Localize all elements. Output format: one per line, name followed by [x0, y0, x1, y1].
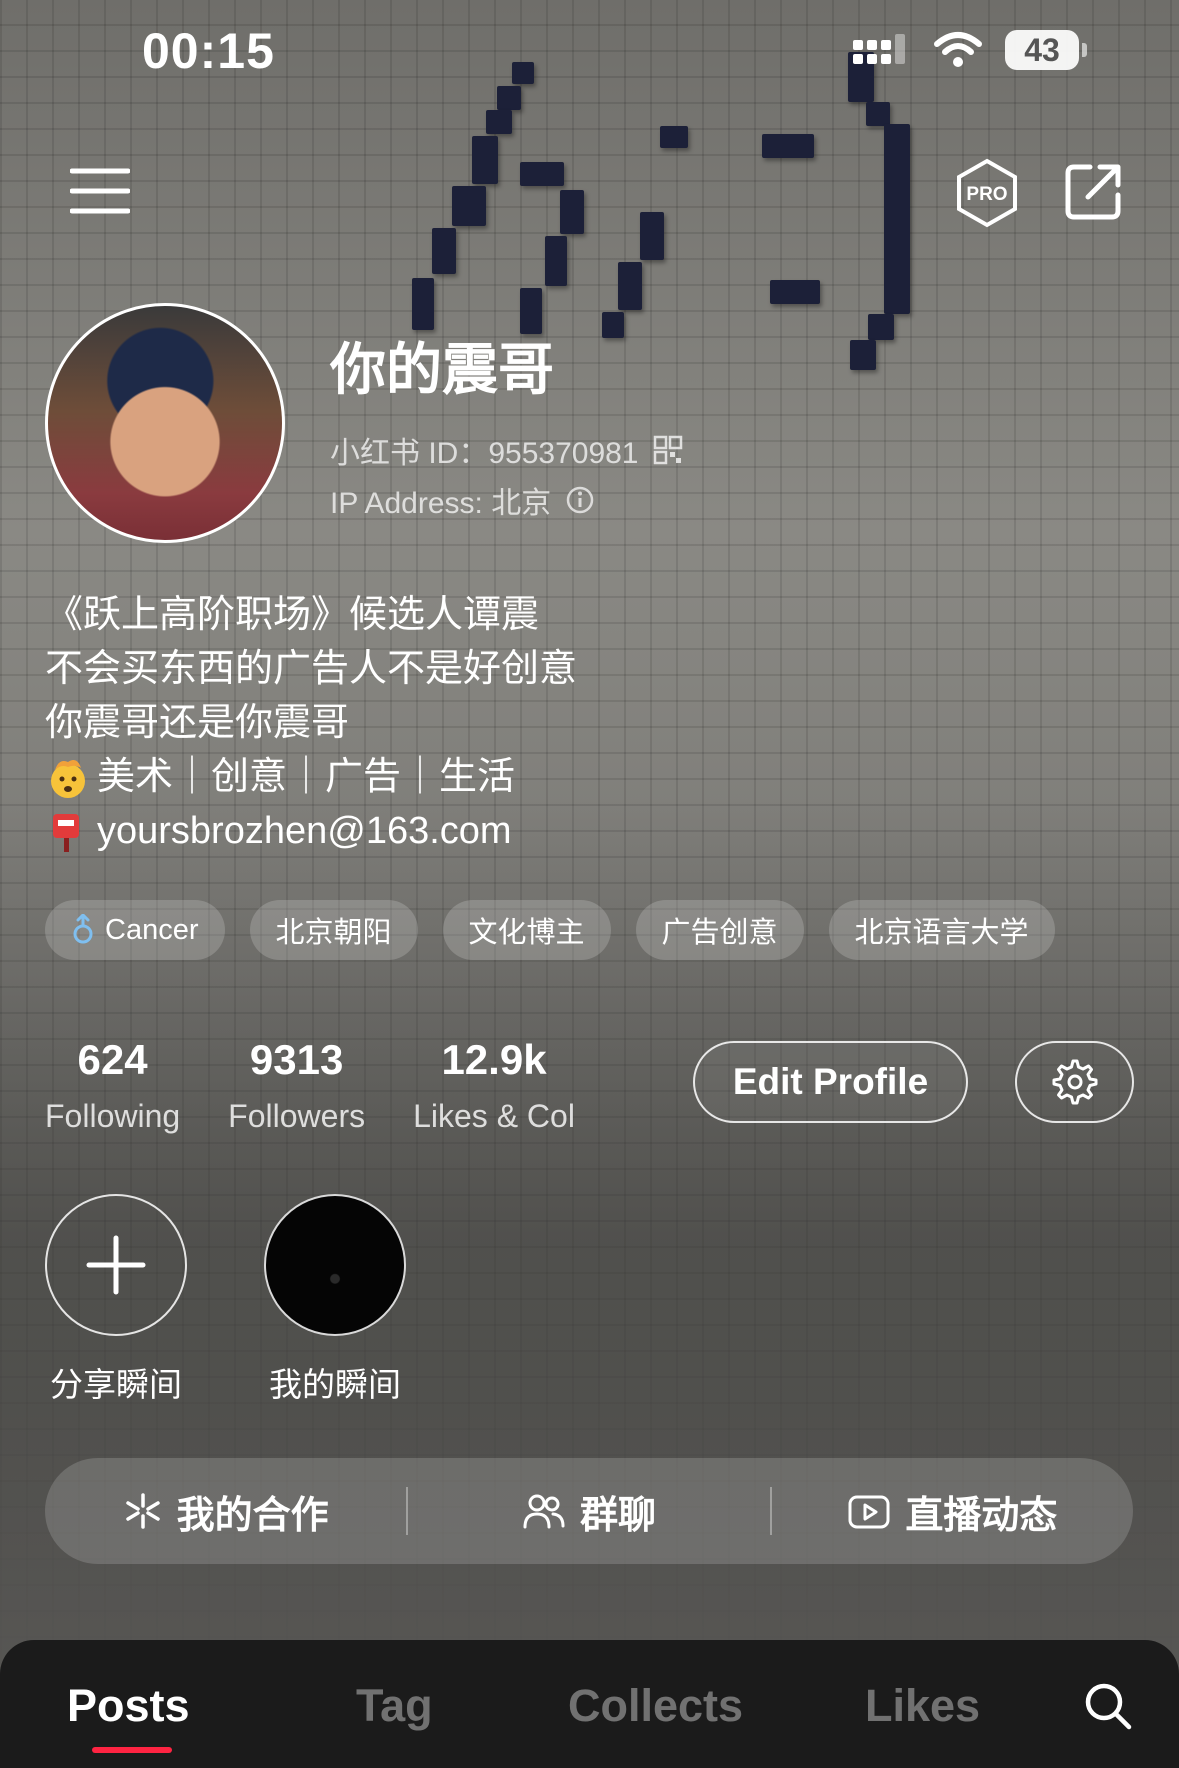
- quick-actions-bar: 我的合作 群聊 直播动态: [45, 1458, 1133, 1564]
- tag-label: 北京语言大学: [854, 917, 1029, 949]
- tab-likes[interactable]: Likes: [865, 1680, 980, 1732]
- edit-profile-button[interactable]: Edit Profile: [693, 1041, 968, 1123]
- share-moment[interactable]: 分享瞬间: [45, 1194, 187, 1406]
- user-id-text: 小红书 ID：955370981: [330, 437, 639, 470]
- live-activity-button[interactable]: 直播动态: [772, 1484, 1133, 1539]
- exploding-head-emoji-icon: [51, 760, 85, 798]
- status-time: 00:15: [142, 23, 275, 79]
- sparkle-icon: [125, 1493, 160, 1529]
- moment-caption: 我的瞬间: [269, 1366, 401, 1403]
- bio-line-text: 美术｜创意｜广告｜生活: [97, 756, 516, 798]
- bio-line: 美术｜创意｜广告｜生活: [45, 750, 577, 804]
- tag-category[interactable]: 文化博主: [442, 900, 611, 960]
- avatar[interactable]: [45, 303, 285, 543]
- share-icon[interactable]: [1063, 160, 1125, 222]
- collaboration-button[interactable]: 我的合作: [45, 1484, 406, 1539]
- mailbox-icon: [53, 814, 79, 852]
- stats: 624 Following 9313 Followers 12.9k Likes…: [45, 1036, 623, 1135]
- add-moment-button[interactable]: [45, 1194, 187, 1336]
- wifi-icon: [934, 32, 982, 67]
- tab-tag[interactable]: Tag: [356, 1680, 433, 1732]
- battery-icon: 43: [1005, 30, 1087, 70]
- plus-icon: [86, 1235, 146, 1295]
- tag-label: 文化博主: [468, 917, 585, 949]
- tag-school[interactable]: 北京语言大学: [828, 900, 1055, 960]
- nickname: 你的震哥: [330, 338, 554, 401]
- menu-icon[interactable]: [68, 165, 132, 217]
- ip-address: IP Address: 北京: [330, 478, 595, 522]
- cellular-signal-icon: [853, 34, 905, 64]
- tag-zodiac[interactable]: Cancer: [45, 900, 225, 960]
- bio: 《跃上高阶职场》候选人谭震 不会买东西的广告人不是好创意 你震哥还是你震哥 美术…: [45, 588, 577, 858]
- tag-list: Cancer 北京朝阳 文化博主 广告创意 北京语言大学: [45, 900, 1055, 960]
- user-id: 小红书 ID：955370981: [330, 428, 683, 472]
- stat-label: Followers: [228, 1098, 366, 1134]
- search-icon[interactable]: [1082, 1680, 1134, 1732]
- stat-value: 9313: [249, 1036, 344, 1083]
- stat-value: 12.9k: [441, 1036, 547, 1083]
- moment-thumbnail[interactable]: [264, 1194, 406, 1336]
- action-label: 直播动态: [905, 1494, 1058, 1537]
- pro-badge-icon[interactable]: PRO: [955, 158, 1019, 228]
- tab-posts[interactable]: Posts: [67, 1680, 190, 1732]
- live-video-icon: [848, 1495, 890, 1529]
- gear-icon: [1052, 1059, 1097, 1105]
- tag-interest[interactable]: 广告创意: [635, 900, 804, 960]
- stat-label: Likes & Col: [413, 1098, 575, 1134]
- info-icon[interactable]: [565, 485, 595, 515]
- settings-button[interactable]: [1015, 1041, 1134, 1123]
- tab-collects[interactable]: Collects: [568, 1680, 743, 1732]
- ip-address-text: IP Address: 北京: [330, 487, 552, 520]
- bio-line: 你震哥还是你震哥: [45, 702, 350, 744]
- my-moment[interactable]: 我的瞬间: [264, 1194, 406, 1406]
- tag-location[interactable]: 北京朝阳: [249, 900, 418, 960]
- qr-code-icon[interactable]: [653, 435, 683, 465]
- content-tab-bar: Posts Tag Collects Likes: [0, 1640, 1179, 1768]
- group-chat-button[interactable]: 群聊: [408, 1484, 769, 1539]
- bio-line: 《跃上高阶职场》候选人谭震: [45, 594, 540, 636]
- action-label: 我的合作: [176, 1494, 329, 1537]
- male-icon: [73, 914, 93, 944]
- moment-caption: 分享瞬间: [50, 1366, 182, 1403]
- bio-line: yoursbrozhen@163.com: [45, 804, 577, 858]
- tag-label: 广告创意: [661, 917, 778, 949]
- stat-value: 624: [77, 1036, 148, 1083]
- bio-line: 不会买东西的广告人不是好创意: [45, 648, 578, 690]
- status-icons: 43: [851, 30, 1087, 70]
- stat-likes-collects[interactable]: 12.9k Likes & Col: [413, 1036, 575, 1135]
- stat-followers[interactable]: 9313 Followers: [228, 1036, 365, 1135]
- tag-label: Cancer: [105, 913, 199, 946]
- stat-label: Following: [45, 1098, 181, 1134]
- svg-text:PRO: PRO: [966, 184, 1007, 205]
- email-text[interactable]: yoursbrozhen@163.com: [97, 804, 512, 858]
- active-tab-indicator: [92, 1747, 172, 1753]
- action-label: 群聊: [579, 1494, 656, 1537]
- tag-label: 北京朝阳: [275, 917, 392, 949]
- group-icon: [523, 1494, 565, 1529]
- stat-following[interactable]: 624 Following: [45, 1036, 180, 1135]
